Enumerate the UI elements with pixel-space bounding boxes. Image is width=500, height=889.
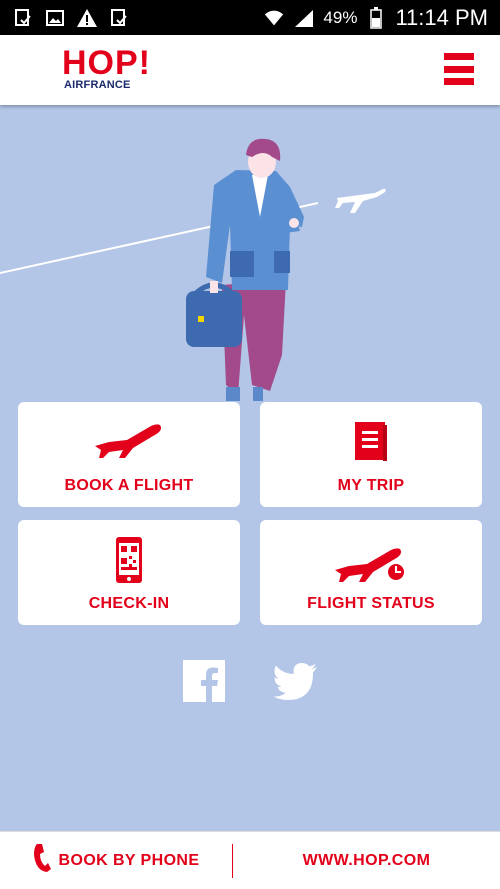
app-header: HOP! AIRFRANCE bbox=[0, 35, 500, 105]
download-check-icon bbox=[108, 7, 130, 29]
tile-label: MY TRIP bbox=[337, 477, 405, 494]
tile-my-trip[interactable]: MY TRIP bbox=[260, 402, 482, 507]
tile-flight-status[interactable]: FLIGHT STATUS bbox=[260, 520, 482, 625]
tile-label: CHECK-IN bbox=[88, 595, 170, 612]
hop-airfrance-logo[interactable]: HOP! AIRFRANCE bbox=[62, 45, 151, 91]
logo-hop-text: HOP! bbox=[62, 44, 151, 82]
image-icon bbox=[44, 7, 66, 29]
tile-check-in[interactable]: CHECK-IN bbox=[18, 520, 240, 625]
tile-label: BOOK A FLIGHT bbox=[64, 477, 194, 494]
twitter-icon[interactable] bbox=[273, 658, 319, 704]
hero-illustration bbox=[0, 105, 500, 425]
book-by-phone-button[interactable]: BOOK BY PHONE bbox=[0, 832, 232, 889]
airplane-clock-icon bbox=[333, 544, 409, 589]
status-bar: 49% 11:14 PM bbox=[0, 0, 500, 35]
battery-percent: 49% bbox=[323, 7, 358, 27]
mobile-qr-icon bbox=[115, 536, 143, 589]
phone-icon bbox=[33, 843, 51, 878]
bottom-bar: BOOK BY PHONE WWW.HOP.COM bbox=[0, 831, 500, 889]
book-by-phone-label: BOOK BY PHONE bbox=[58, 851, 200, 869]
tile-label: FLIGHT STATUS bbox=[307, 595, 435, 612]
wifi-icon bbox=[263, 7, 285, 29]
signal-icon bbox=[293, 7, 315, 29]
battery-icon bbox=[365, 6, 387, 29]
download-check-icon bbox=[12, 7, 34, 29]
website-label: WWW.HOP.COM bbox=[302, 851, 431, 869]
airplane-takeoff-icon bbox=[93, 420, 165, 465]
document-icon bbox=[353, 420, 389, 467]
facebook-icon[interactable] bbox=[181, 658, 227, 704]
website-link[interactable]: WWW.HOP.COM bbox=[233, 832, 500, 889]
social-links bbox=[0, 658, 500, 704]
clock: 11:14 PM bbox=[395, 4, 488, 30]
tile-book-a-flight[interactable]: BOOK A FLIGHT bbox=[18, 402, 240, 507]
airplane-icon bbox=[335, 188, 386, 213]
hamburger-menu-icon[interactable] bbox=[444, 53, 474, 85]
warning-icon bbox=[76, 7, 98, 29]
